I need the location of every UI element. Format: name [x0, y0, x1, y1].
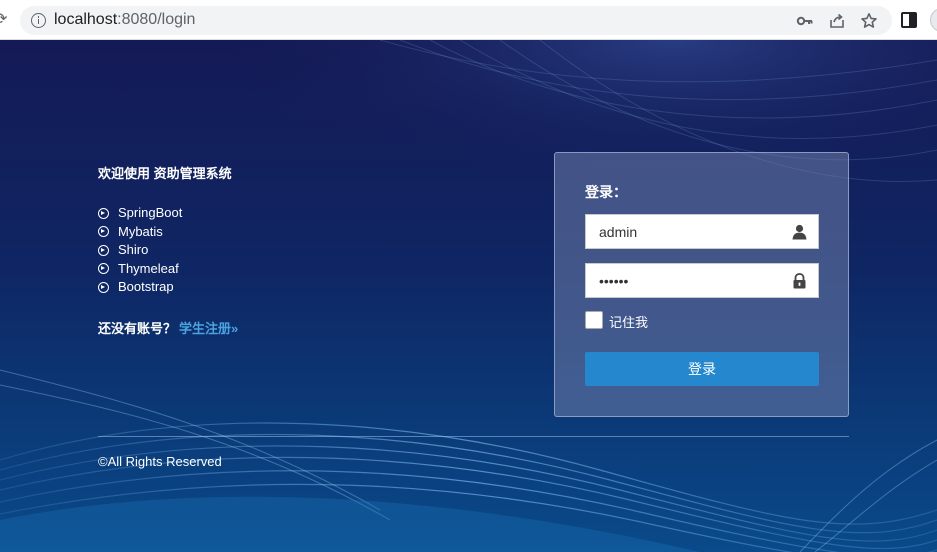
login-title: 登录： [585, 184, 627, 200]
list-item: Shiro [98, 241, 238, 260]
password-input[interactable] [586, 264, 786, 297]
username-input[interactable] [586, 215, 786, 248]
list-item: SpringBoot [98, 204, 238, 223]
remember-me-checkbox[interactable] [585, 311, 603, 329]
profile-avatar[interactable] [930, 8, 937, 32]
register-prompt: 还没有账号？ [98, 320, 177, 336]
key-icon[interactable] [796, 12, 814, 30]
login-panel: 登录： 记住我 登录 [554, 152, 849, 417]
register-row: 还没有账号？ 学生注册» [98, 318, 238, 337]
share-icon[interactable] [828, 12, 846, 30]
tech-label: Thymeleaf [118, 260, 179, 276]
list-item: Mybatis [98, 223, 238, 242]
url-path: :8080/login [117, 11, 196, 28]
tech-label: Mybatis [118, 223, 163, 239]
url-host: localhost [54, 11, 118, 28]
arrow-circle-icon [98, 226, 109, 237]
password-field[interactable] [585, 263, 819, 298]
bookmark-star-icon[interactable] [860, 12, 878, 30]
student-register-link[interactable]: 学生注册» [179, 321, 238, 336]
address-bar[interactable]: localhost:8080/login [20, 6, 892, 35]
side-panel-icon[interactable] [901, 12, 917, 28]
arrow-circle-icon [98, 263, 109, 274]
browser-toolbar: ⟳ localhost:8080/login [0, 0, 937, 40]
copyright-text: ©All Rights Reserved [98, 454, 222, 469]
list-item: Thymeleaf [98, 260, 238, 279]
tech-label: Bootstrap [118, 279, 174, 294]
reload-icon[interactable]: ⟳ [0, 10, 8, 30]
arrow-circle-icon [98, 207, 109, 219]
intro-section: 欢迎使用 资助管理系统 SpringBoot Mybatis Shiro Thy… [98, 166, 238, 337]
tech-label: SpringBoot [118, 205, 183, 220]
lock-icon [793, 273, 806, 289]
list-item: Bootstrap [98, 278, 238, 297]
tech-list: SpringBoot Mybatis Shiro Thymeleaf Boots… [98, 204, 238, 297]
url-text[interactable]: localhost:8080/login [54, 11, 195, 29]
footer-divider [98, 436, 849, 437]
login-page: 欢迎使用 资助管理系统 SpringBoot Mybatis Shiro Thy… [0, 40, 937, 552]
welcome-heading: 欢迎使用 资助管理系统 [98, 166, 232, 181]
tech-label: Shiro [118, 242, 149, 257]
arrow-circle-icon [98, 281, 109, 293]
remember-me-label[interactable]: 记住我 [609, 312, 648, 331]
username-field[interactable] [585, 214, 819, 249]
arrow-circle-icon [98, 244, 109, 256]
login-button[interactable]: 登录 [585, 352, 819, 386]
user-icon [792, 224, 807, 240]
site-info-icon[interactable] [31, 13, 46, 28]
